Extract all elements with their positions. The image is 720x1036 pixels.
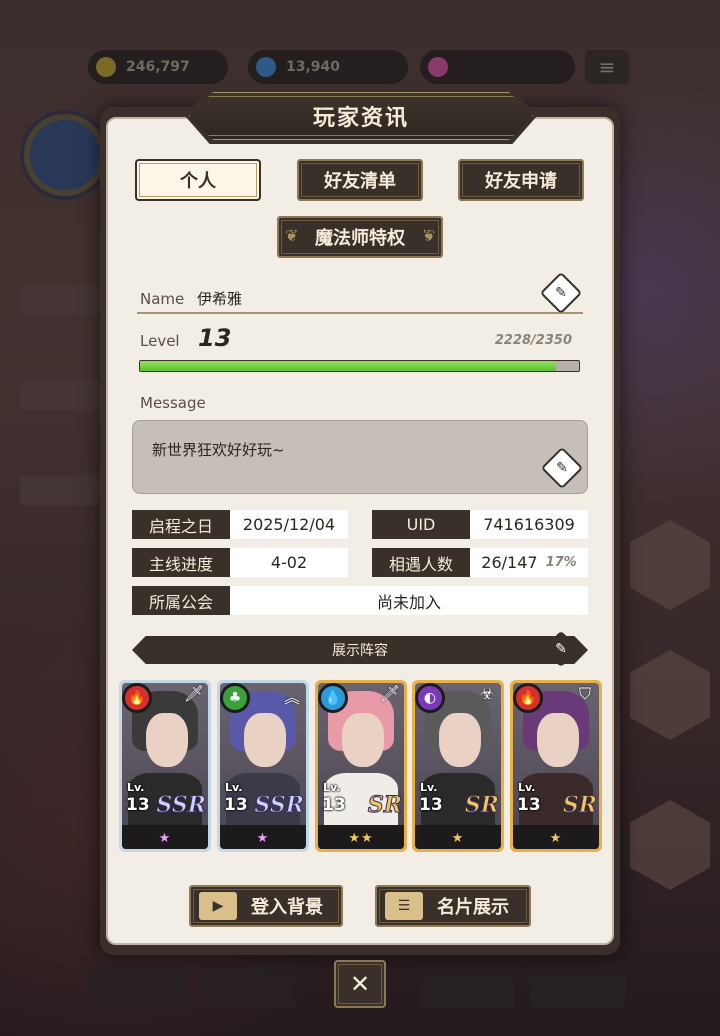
double-chevron-icon: ︽ [283,688,300,707]
player-name: 伊希雅 [197,290,243,308]
laurel-right-icon: ❦ [421,226,435,245]
fire-icon: 🔥 [122,683,152,713]
exp-progress-bar [139,360,580,372]
character-card[interactable]: 🔥 ⛉ Lv. 13 SR ★ [510,680,602,852]
message-text: 新世界狂欢好好玩~ [152,441,285,459]
card-stars: ★★ [348,831,374,846]
card-level: 13 [322,795,346,815]
resource-crystal [420,50,575,84]
water-icon: 💧 [318,683,348,713]
pencil-icon: ✎ [555,285,567,301]
card-level-label: Lv. [225,781,243,794]
resource-gems: 13,940 [248,50,408,84]
tab-personal[interactable]: 个人 [135,159,261,201]
background-nav-button [420,964,515,1008]
level-label: Level [140,332,180,350]
background-nav-button [530,964,625,1008]
character-face [244,713,286,767]
laurel-left-icon: ❦ [285,226,299,245]
guild-label: 所属公会 [132,586,230,615]
message-box: 新世界狂欢好好玩~ [132,420,588,494]
character-face [146,713,188,767]
name-underline [137,312,583,314]
uid-label: UID [372,510,470,539]
player-level: 13 [198,324,232,352]
character-face [439,713,481,767]
login-background-button[interactable]: ▶ 登入背景 [189,885,343,927]
encounters-count: 26/147 [481,553,538,572]
progress-value: 4-02 [230,548,348,577]
background-nav-button [90,964,185,1008]
background-nav-button [200,964,295,1008]
tab-friend-list[interactable]: 好友清单 [297,159,423,201]
exp-text: 2228/2350 [494,333,572,348]
dialog-title: 玩家资讯 [189,92,533,140]
shield-icon: ⛉ [578,684,591,703]
uid-value[interactable]: 741616309 [470,510,588,539]
progress-label: 主线进度 [132,548,230,577]
character-card[interactable]: ◐ ☣ Lv. 13 SR ★ [412,680,504,852]
encounters-value: 26/147 17% [470,548,588,577]
dialog-title-plate: 玩家资讯 [185,88,537,144]
tab-magician-privilege-label: 魔法师特权 [315,228,405,249]
card-rarity: SR [367,792,402,819]
card-level-label: Lv. [323,781,341,794]
clover-icon: ♣ [220,683,250,713]
card-level-label: Lv. [518,781,536,794]
crystal-icon [428,57,448,77]
lineup-title: 展示阵容 [332,643,388,659]
card-level: 13 [126,795,150,815]
exp-progress-fill [140,361,557,371]
character-face [342,713,384,767]
card-level-label: Lv. [127,781,145,794]
card-rarity: SSR [254,792,305,819]
card-stars: ★ [256,831,270,846]
character-card[interactable]: ♣ ︽ Lv. 13 SSR ★ [217,680,309,852]
encounters-label: 相遇人数 [372,548,470,577]
background-side-button [20,380,100,410]
login-background-label: 登入背景 [251,897,323,918]
card-display-label: 名片展示 [437,897,509,918]
card-stars: ★ [549,831,563,846]
name-label: Name [140,290,185,308]
close-button[interactable]: ✕ [334,960,386,1008]
encounters-percent: 17% [545,555,577,570]
tab-magician-privilege[interactable]: ❦ 魔法师特权 ❦ [277,216,443,258]
card-level: 13 [517,795,541,815]
id-card-icon: ☰ [385,892,423,920]
menu-icon: ≡ [585,50,629,84]
guild-value: 尚未加入 [230,586,588,615]
card-level: 13 [419,795,443,815]
pencil-icon: ✎ [556,460,568,476]
lineup-header: 展示阵容 [132,636,588,664]
resource-gold: 246,797 [88,50,228,84]
card-display-button[interactable]: ☰ 名片展示 [375,885,531,927]
card-stars: ★ [451,831,465,846]
background-level-badge [20,110,110,200]
character-card[interactable]: 🔥 🗡 Lv. 13 SSR ★ [119,680,211,852]
card-stars: ★ [158,831,172,846]
card-level: 13 [224,795,248,815]
card-level-label: Lv. [420,781,438,794]
sword-icon: 🗡 [379,684,401,703]
tab-friend-requests[interactable]: 好友申请 [458,159,584,201]
dark-icon: ◐ [415,683,445,713]
fire-icon: 🔥 [513,683,543,713]
gem-icon [256,57,276,77]
start-date-value: 2025/12/04 [230,510,348,539]
background-side-button [20,475,100,505]
pencil-icon: ✎ [555,641,567,657]
card-rarity: SR [464,792,499,819]
coin-icon [96,57,116,77]
character-face [537,713,579,767]
message-label: Message [140,394,206,412]
card-rarity: SSR [156,792,207,819]
character-card[interactable]: 💧 🗡 Lv. 13 SR ★★ [315,680,407,852]
biohazard-icon: ☣ [479,684,495,703]
sword-icon: 🗡 [183,684,205,703]
card-rarity: SR [562,792,597,819]
start-date-label: 启程之日 [132,510,230,539]
film-icon: ▶ [199,892,237,920]
background-side-button [20,285,100,315]
